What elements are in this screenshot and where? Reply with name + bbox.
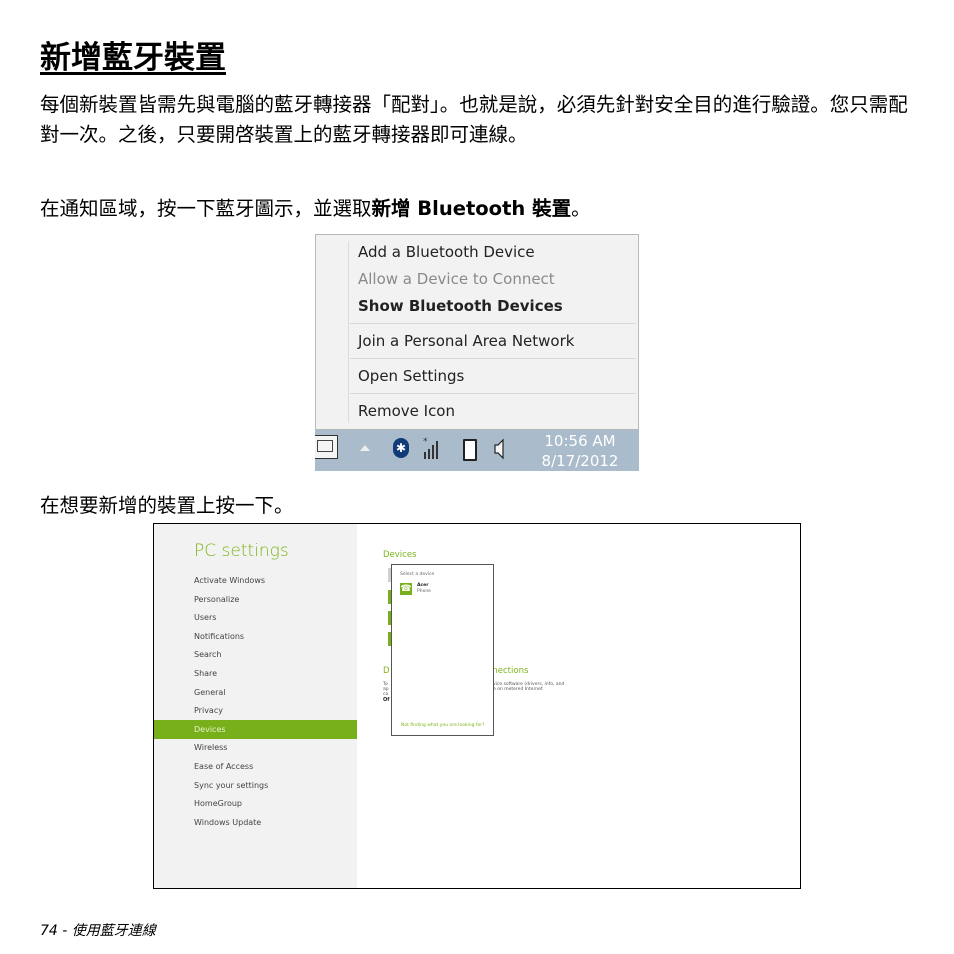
popup-heading: Select a device [400,572,435,577]
signal-icon[interactable]: * [422,436,442,460]
not-finding-link[interactable]: Not finding what you are looking for? [401,723,484,728]
menu-item-join-pan[interactable]: Join a Personal Area Network [358,332,574,350]
sidebar-item-wireless[interactable]: Wireless [194,743,227,752]
sidebar-item-users[interactable]: Users [194,613,216,622]
sidebar-item-ease-of-access[interactable]: Ease of Access [194,762,253,771]
nav-active-highlight [154,719,357,739]
menu-separator [350,323,636,324]
phone-icon[interactable]: ☎ [400,583,412,595]
taskbar: ✱ * 10:56 AM 8/17/2012 [315,430,639,471]
sidebar-item-homegroup[interactable]: HomeGroup [194,799,242,808]
speaker-icon[interactable] [493,438,505,460]
toggle-state-fragment: Of [383,697,390,703]
bluetooth-context-menu: Add a Bluetooth Device Allow a Device to… [315,234,639,430]
taskbar-clock[interactable]: 10:56 AM 8/17/2012 [530,431,630,471]
instruction-bold: 新增 Bluetooth 裝置 [371,197,572,220]
device-type: Phone [417,589,431,594]
sidebar-item-sync-your-settings[interactable]: Sync your settings [194,781,268,790]
menu-item-show-devices[interactable]: Show Bluetooth Devices [358,297,563,315]
devices-heading: Devices [383,550,417,560]
bluetooth-menu-screenshot: Add a Bluetooth Device Allow a Device to… [315,234,639,471]
sidebar-item-devices[interactable]: Devices [194,725,226,734]
section-title: 新增藍牙裝置 [40,40,226,76]
instruction-prefix: 在通知區域，按一下藍牙圖示，並選取 [40,197,372,220]
menu-item-allow-connect: Allow a Device to Connect [358,270,555,288]
pc-settings-screenshot: PC settings Activate Windows Personalize U… [153,523,801,889]
intro-paragraph: 每個新裝置皆需先與電腦的藍牙轉接器「配對」。也就是說，必須先針對安全目的進行驗證… [40,93,908,146]
keyboard-icon[interactable] [315,435,338,459]
device-name[interactable]: Acer [417,583,428,588]
sidebar-item-activate-windows[interactable]: Activate Windows [194,576,265,585]
sidebar-item-search[interactable]: Search [194,650,221,659]
pc-settings-sidebar: PC settings Activate Windows Personalize U… [154,524,357,888]
menu-gutter [348,241,349,423]
page-footer: 74 - 使用藍牙連線 [40,923,156,939]
body-fragment: e on metered Internet [493,687,543,692]
pc-settings-title: PC settings [194,541,289,561]
sidebar-item-windows-update[interactable]: Windows Update [194,818,261,827]
instruction-suffix: 。 [571,197,591,220]
battery-icon[interactable] [463,439,477,461]
bluetooth-icon[interactable]: ✱ [393,438,409,458]
select-device-popup: Select a device ☎ Acer Phone Not finding… [391,564,494,736]
show-hidden-icons-arrow[interactable] [360,445,370,451]
sidebar-item-privacy[interactable]: Privacy [194,706,223,715]
instruction-paragraph: 在通知區域，按一下藍牙圖示，並選取新增 Bluetooth 裝置。 [40,194,920,224]
sidebar-item-personalize[interactable]: Personalize [194,595,239,604]
menu-item-open-settings[interactable]: Open Settings [358,367,464,385]
sidebar-item-general[interactable]: General [194,688,226,697]
sidebar-item-share[interactable]: Share [194,669,217,678]
clock-date: 8/17/2012 [541,452,619,470]
step-paragraph: 在想要新增的裝置上按一下。 [40,494,294,517]
clock-time: 10:56 AM [544,432,616,450]
section-heading-fragment: D [383,666,390,676]
menu-item-remove-icon[interactable]: Remove Icon [358,402,455,420]
menu-item-add-device[interactable]: Add a Bluetooth Device [358,243,535,261]
svg-text:*: * [423,437,428,447]
menu-separator [350,393,636,394]
sidebar-item-notifications[interactable]: Notifications [194,632,244,641]
menu-separator [350,358,636,359]
pc-settings-main: Devices D nnections To ap co Of vice sof… [357,524,800,888]
